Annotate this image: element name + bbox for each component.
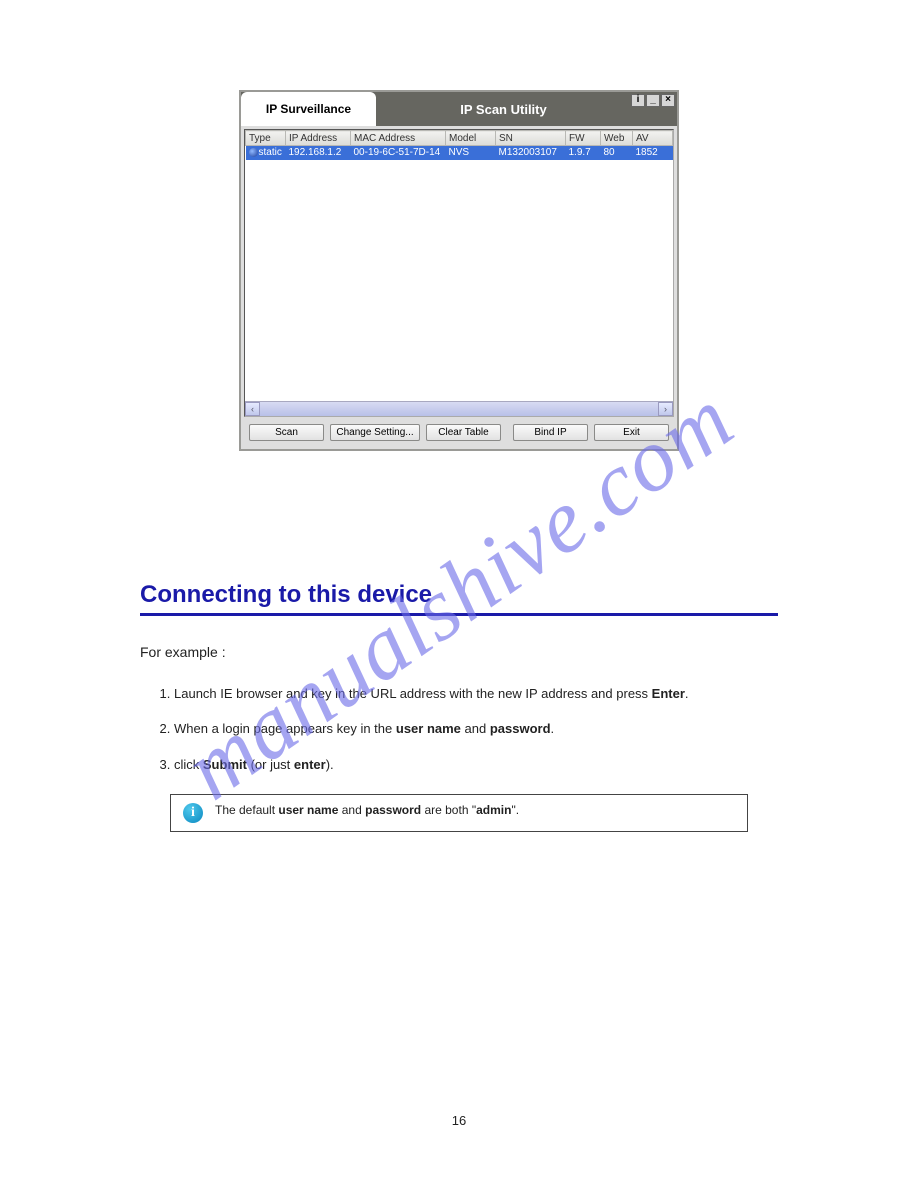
close-button[interactable]: × <box>661 94 675 107</box>
col-type[interactable]: Type <box>246 131 286 146</box>
col-fw[interactable]: FW <box>566 131 601 146</box>
title-tab: IP Surveillance <box>241 92 376 126</box>
button-row: Scan Change Setting... Clear Table Bind … <box>244 417 674 446</box>
cell-web: 80 <box>601 146 633 160</box>
scan-button[interactable]: Scan <box>249 424 324 441</box>
cell-mac: 00-19-6C-51-7D-14 <box>351 146 446 160</box>
step3-a: click <box>174 757 203 772</box>
device-table: Type IP Address MAC Address Model SN FW … <box>245 130 673 160</box>
col-model[interactable]: Model <box>446 131 496 146</box>
info-button[interactable]: i <box>631 94 645 107</box>
step2-a: When a login page appears key in the <box>174 721 396 736</box>
col-av[interactable]: AV <box>633 131 673 146</box>
note-end: ". <box>511 803 519 817</box>
scroll-left-icon[interactable]: ‹ <box>245 402 260 416</box>
step2-user: user name <box>396 721 461 736</box>
horizontal-scrollbar[interactable]: ‹ › <box>245 401 673 416</box>
status-dot-icon <box>249 148 258 157</box>
list-item: Launch IE browser and key in the URL add… <box>174 682 778 705</box>
info-icon: i <box>183 803 203 823</box>
list-item: click Submit (or just enter). <box>174 753 778 776</box>
list-item: When a login page appears key in the use… <box>174 717 778 740</box>
header-row: Type IP Address MAC Address Model SN FW … <box>246 131 673 146</box>
cell-sn: M132003107 <box>496 146 566 160</box>
step3-end: ). <box>326 757 334 772</box>
step2-end: . <box>551 721 555 736</box>
step2-pwd: password <box>490 721 551 736</box>
for-example-text: For example : <box>140 644 778 660</box>
note-box: i The default user name and password are… <box>170 794 748 832</box>
cell-model: NVS <box>446 146 496 160</box>
step1-text: Launch IE browser and key in the URL add… <box>174 686 652 701</box>
note-admin: admin <box>476 803 511 817</box>
step2-and: and <box>461 721 490 736</box>
cell-type: static <box>259 147 282 158</box>
device-table-wrap: Type IP Address MAC Address Model SN FW … <box>244 129 674 417</box>
cell-ip: 192.168.1.2 <box>286 146 351 160</box>
note-user: user name <box>278 803 338 817</box>
window-controls: i _ × <box>631 92 677 126</box>
title-bar: IP Surveillance IP Scan Utility i _ × <box>241 92 677 126</box>
cell-fw: 1.9.7 <box>566 146 601 160</box>
minimize-button[interactable]: _ <box>646 94 660 107</box>
col-ip[interactable]: IP Address <box>286 131 351 146</box>
step1-key: Enter <box>652 686 685 701</box>
table-row[interactable]: static 192.168.1.2 00-19-6C-51-7D-14 NVS… <box>246 146 673 160</box>
page-number: 16 <box>0 1113 918 1128</box>
step3-submit: Submit <box>203 757 247 772</box>
section-heading: Connecting to this device <box>140 581 778 616</box>
step3-or: (or just <box>247 757 294 772</box>
note-a: The default <box>215 803 278 817</box>
scroll-right-icon[interactable]: › <box>658 402 673 416</box>
note-are: are both " <box>421 803 476 817</box>
change-setting-button[interactable]: Change Setting... <box>330 424 420 441</box>
col-web[interactable]: Web <box>601 131 633 146</box>
instruction-list: Launch IE browser and key in the URL add… <box>174 682 778 776</box>
step3-enter: enter <box>294 757 326 772</box>
col-sn[interactable]: SN <box>496 131 566 146</box>
col-mac[interactable]: MAC Address <box>351 131 446 146</box>
window-title: IP Scan Utility <box>376 92 631 126</box>
note-and: and <box>338 803 365 817</box>
bind-ip-button[interactable]: Bind IP <box>513 424 588 441</box>
note-text: The default user name and password are b… <box>215 803 519 823</box>
window-body: Type IP Address MAC Address Model SN FW … <box>241 126 677 449</box>
note-pwd: password <box>365 803 421 817</box>
ip-scan-window: IP Surveillance IP Scan Utility i _ × Ty… <box>239 90 679 451</box>
clear-table-button[interactable]: Clear Table <box>426 424 501 441</box>
step1-end: . <box>685 686 689 701</box>
scroll-track[interactable] <box>260 402 658 416</box>
exit-button[interactable]: Exit <box>594 424 669 441</box>
cell-av: 1852 <box>633 146 673 160</box>
